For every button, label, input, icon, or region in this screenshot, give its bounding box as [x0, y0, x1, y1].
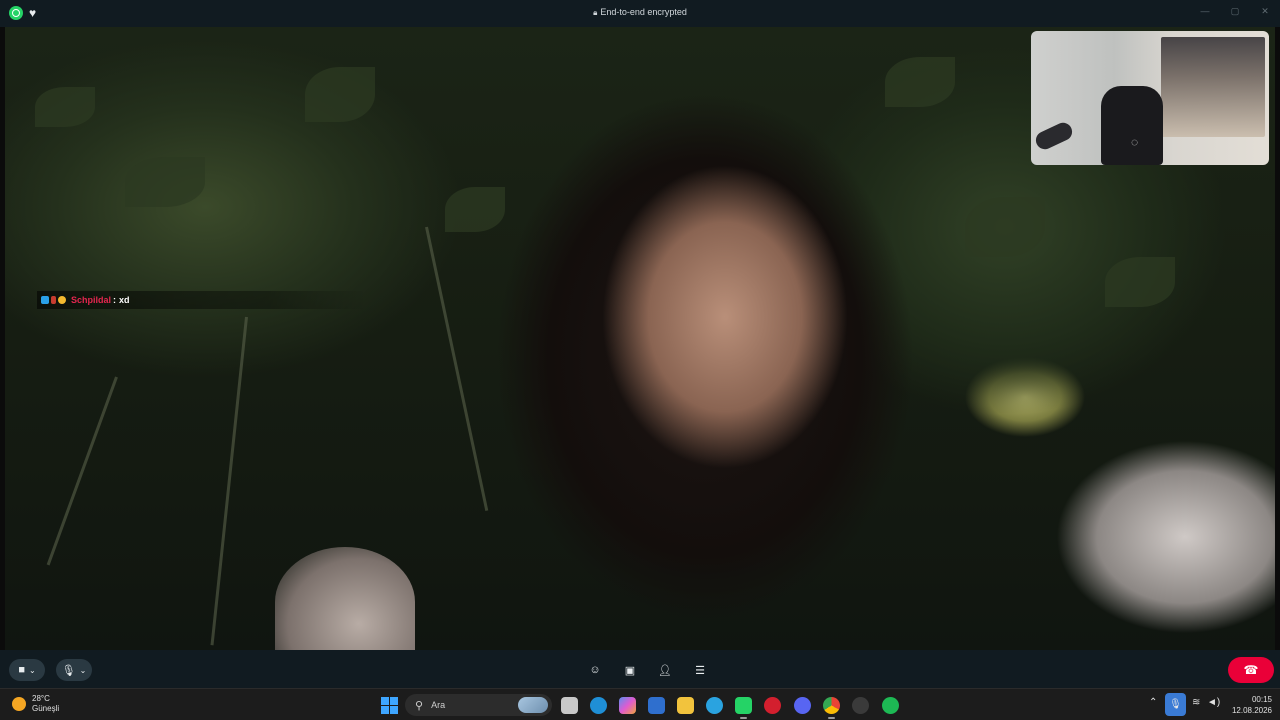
foliage [35, 87, 95, 127]
window-titlebar: ♥ 🔒︎ End-to-end encrypted — ▢ ✕ [0, 0, 1280, 27]
add-participant-button[interactable]: 👤︎ [654, 659, 676, 681]
foliage [965, 197, 1045, 257]
weather-condition: Güneşli [32, 704, 60, 713]
microphone-toggle-button[interactable]: 🎙︎ ⌄ [56, 659, 92, 681]
foliage [1105, 257, 1175, 307]
copilot-icon[interactable] [619, 697, 636, 714]
phone-hangup-icon: ☎︎ [1243, 663, 1259, 677]
badge-icon [41, 296, 49, 304]
minimize-icon[interactable]: — [1190, 0, 1220, 22]
foliage [305, 67, 375, 122]
tray-expand-icon[interactable]: ⌃ [1149, 697, 1157, 708]
lock-icon: 🔒︎ [593, 8, 598, 17]
emoji-icon: ☺ [589, 664, 601, 676]
encryption-status: 🔒︎ End-to-end encrypted [0, 7, 1280, 18]
task-view-icon[interactable] [561, 697, 578, 714]
more-options-icon: ☰ [695, 664, 705, 677]
more-options-button[interactable]: ☰ [689, 659, 711, 681]
spotify-icon[interactable] [882, 697, 899, 714]
close-icon[interactable]: ✕ [1250, 0, 1280, 22]
end-call-button[interactable]: ☎︎ [1228, 657, 1274, 683]
search-highlight-image [518, 697, 548, 713]
chrome-icon[interactable] [823, 697, 840, 719]
badge-icon [58, 296, 66, 304]
clock-date: 12.08.2026 [1231, 706, 1272, 715]
branch [46, 376, 118, 566]
chevron-down-icon: ⌄ [79, 665, 87, 675]
windows-taskbar: 28°C Güneşli ⚲ Ara ⌃ 🎙︎ ≋ ◄) 00:15 12.08… [0, 688, 1280, 720]
telegram-icon[interactable] [706, 697, 723, 714]
stream-chat-message: Schpildal : xd [37, 291, 367, 309]
sun-icon [12, 697, 26, 711]
chat-separator: : [113, 295, 117, 305]
maximize-icon[interactable]: ▢ [1220, 0, 1250, 22]
search-icon: ⚲ [415, 699, 424, 712]
tray-microphone-icon[interactable]: 🎙︎ [1165, 693, 1186, 716]
self-view-video[interactable]: ◌ [1031, 31, 1269, 165]
clock-time: 00:15 [1251, 695, 1272, 704]
start-button[interactable] [381, 697, 398, 714]
chat-username: Schpildal [71, 295, 112, 305]
whatsapp-taskbar-icon[interactable] [735, 697, 752, 719]
volume-icon[interactable]: ◄) [1207, 697, 1220, 708]
outlook-icon[interactable] [648, 697, 665, 714]
taskbar-search-box[interactable]: ⚲ Ara [405, 694, 552, 716]
branch [210, 316, 248, 646]
call-controls-bar: ■ ⌄ 🎙︎ ⌄ ☺ ▣ 👤︎ ☰ ☎︎ [0, 650, 1280, 688]
branch [425, 226, 489, 511]
emoji-reaction-button[interactable]: ☺ [584, 659, 606, 681]
video-camera-icon: ■ [18, 664, 25, 676]
add-person-icon: 👤︎ [658, 664, 672, 677]
foliage [125, 157, 205, 207]
chevron-down-icon: ⌄ [28, 665, 36, 675]
cursor-icon: ◌ [1131, 135, 1139, 149]
wifi-icon[interactable]: ≋ [1192, 697, 1200, 708]
weather-temperature: 28°C [32, 694, 50, 703]
edge-browser-icon[interactable] [590, 697, 607, 714]
screen-share-button[interactable]: ▣ [619, 659, 641, 681]
window-controls: — ▢ ✕ [1190, 0, 1280, 27]
weather-widget[interactable]: 28°C Güneşli [12, 694, 59, 714]
badge-icon [51, 296, 56, 304]
camera-toggle-button[interactable]: ■ ⌄ [9, 659, 45, 681]
microphone-prop [1032, 119, 1076, 153]
system-monitor-icon[interactable] [852, 697, 869, 714]
microphone-icon: 🎙︎ [61, 664, 76, 677]
chat-message-text: xd [119, 295, 130, 305]
opera-browser-icon[interactable] [764, 697, 781, 714]
search-placeholder: Ara [431, 700, 446, 710]
shirt-shoulder [275, 547, 415, 650]
discord-icon[interactable] [794, 697, 811, 714]
gaming-chair [1101, 86, 1163, 165]
shelf-background [1161, 37, 1265, 137]
foliage [445, 187, 505, 232]
system-clock[interactable]: 00:15 12.08.2026 [1224, 694, 1272, 716]
file-explorer-icon[interactable] [677, 697, 694, 714]
encryption-text: End-to-end encrypted [600, 7, 687, 17]
screen-share-icon: ▣ [624, 664, 636, 677]
foliage [885, 57, 955, 107]
